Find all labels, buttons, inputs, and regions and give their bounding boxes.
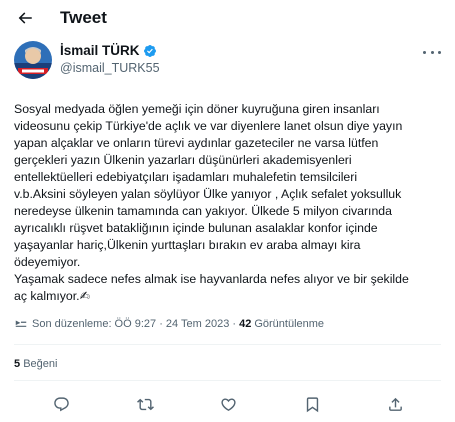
retweet-icon bbox=[136, 398, 154, 410]
likes-label: Beğeni bbox=[23, 358, 58, 370]
more-icon[interactable] bbox=[423, 45, 441, 59]
views-label: Görüntülenme bbox=[254, 318, 325, 330]
divider bbox=[14, 380, 441, 381]
name-row: İsmail TÜRK bbox=[60, 43, 157, 58]
tweet-meta: Son düzenleme: ÖÖ 9:27 · 24 Tem 2023 · 4… bbox=[14, 318, 324, 330]
bookmark-icon bbox=[306, 396, 318, 412]
user-handle[interactable]: @ismail_TURK55 bbox=[60, 61, 160, 75]
tweet-text: Sosyal medyada öğlen yemeği için döner k… bbox=[14, 102, 409, 303]
reply-icon bbox=[53, 396, 69, 411]
share-button[interactable] bbox=[385, 394, 405, 414]
heart-icon bbox=[220, 397, 236, 411]
verified-badge-icon bbox=[143, 44, 157, 58]
likes-count-link[interactable]: 5 Beğeni bbox=[14, 358, 57, 370]
page-title: Tweet bbox=[60, 8, 107, 27]
retweet-button[interactable] bbox=[135, 394, 155, 414]
bookmark-button[interactable] bbox=[302, 394, 322, 414]
tweet-header: Tweet bbox=[0, 0, 455, 36]
divider bbox=[14, 344, 441, 345]
tweet-author: İsmail TÜRK @ismail_TURK55 bbox=[14, 41, 441, 81]
reply-button[interactable] bbox=[51, 394, 71, 414]
arrow-left-icon bbox=[18, 12, 32, 24]
edited-timestamp[interactable]: Son düzenleme: ÖÖ 9:27 · 24 Tem 2023 · bbox=[32, 318, 236, 330]
stats-icon bbox=[15, 320, 27, 327]
avatar[interactable] bbox=[14, 41, 52, 79]
like-button[interactable] bbox=[218, 394, 238, 414]
display-name[interactable]: İsmail TÜRK bbox=[60, 43, 140, 58]
share-icon bbox=[388, 397, 402, 411]
likes-count: 5 bbox=[14, 358, 21, 370]
back-button[interactable] bbox=[14, 7, 36, 29]
action-bar bbox=[14, 394, 441, 414]
views-count: 42 bbox=[239, 318, 252, 330]
